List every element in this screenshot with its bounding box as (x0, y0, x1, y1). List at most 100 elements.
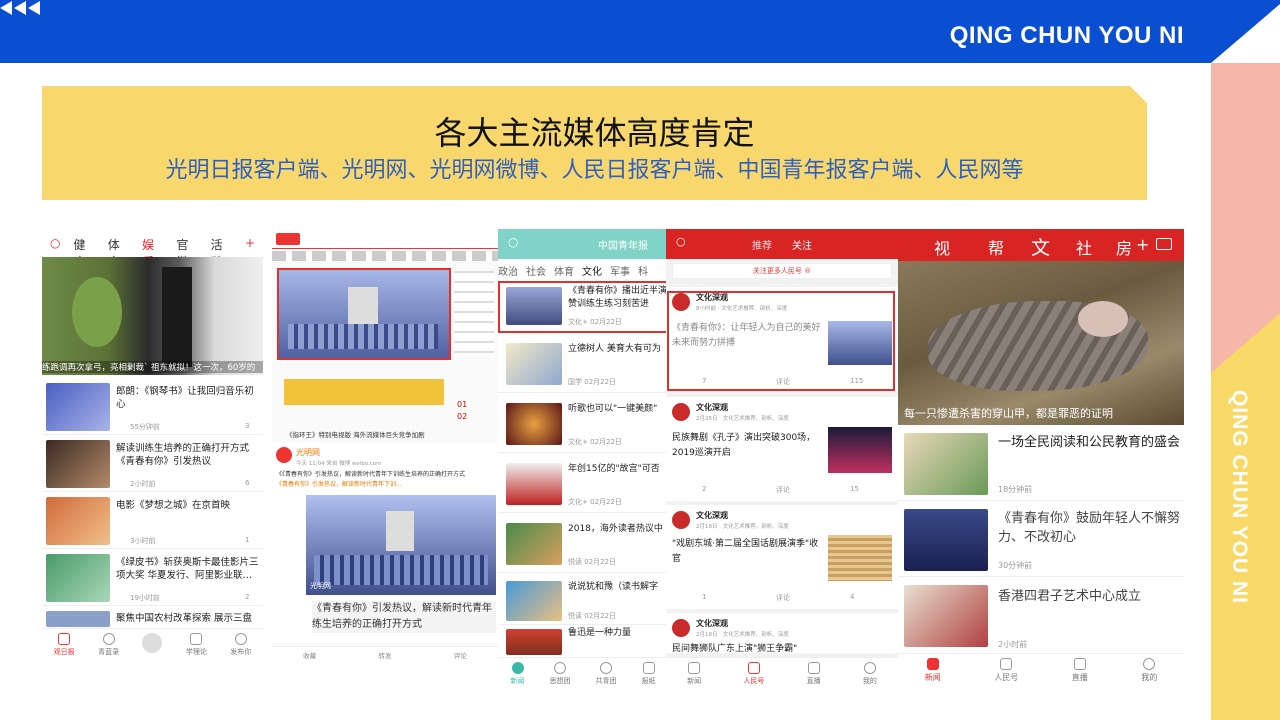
tab-video[interactable]: 视 (934, 235, 950, 259)
side-links (454, 271, 494, 356)
author-avatar[interactable] (672, 619, 690, 637)
nav-video[interactable]: 青蓝录 (98, 633, 119, 662)
nav-publish[interactable]: 发布你 (230, 633, 251, 662)
comment-button[interactable]: 评论 (454, 650, 467, 662)
list-item[interactable]: 《绿皮书》斩获奥斯卡最佳影片三项大奖 华夏发行、阿里影业联… 19小时前 2 (42, 551, 263, 606)
post-card[interactable]: 文化深观 2月18日 · 文化艺术推荐、剖析、深度 "戏剧东城·第二届全国话剧展… (666, 505, 898, 609)
weibo-card-title[interactable]: 《青春有你》引发热议，解读新时代青年练生培养的正确打开方式 (312, 601, 496, 633)
list-item[interactable]: 一场全民阅读和公民教育的盛会 18分钟前 (898, 429, 1184, 501)
tab-house[interactable]: 房 (1116, 235, 1132, 259)
highlight-box (277, 268, 451, 360)
author-avatar[interactable] (672, 511, 690, 529)
hero-image[interactable]: 每一只惨遭杀害的穿山甲，都是罪恶的证明 (898, 261, 1184, 425)
item-likes: 2 (245, 593, 250, 601)
item-time: 19小时前 (130, 594, 160, 602)
nav-home[interactable]: 观日报 (54, 633, 75, 662)
weibo-post: 光明网 今天 11:04 来自 微博 weibo.com 《《青春有你》引发热议… (272, 443, 498, 643)
list-item[interactable]: 说说犹和豫（读书解字 悦读 02月22日 (498, 575, 668, 625)
app-header: ○ 推荐 关注 (666, 229, 898, 259)
share-count[interactable]: 1 (702, 593, 706, 601)
nav-people[interactable]: 人民号 (743, 662, 764, 687)
author-avatar[interactable] (672, 403, 690, 421)
app-logo: 中国青年报 (598, 241, 648, 252)
post-meta: 2月18日 · 文化艺术推荐、剖析、深度 (696, 632, 789, 638)
post-card[interactable]: 文化深观 2月18日 · 文化艺术推荐、剖析、深度 民间舞狮队广东上演"狮王争霸… (666, 613, 898, 654)
item-title: 聚焦中国农村改革探索 展示三盘 (116, 613, 253, 624)
item-time: 55分钟前 (130, 423, 160, 431)
weibo-name[interactable]: 光明网 (296, 447, 320, 458)
follow-banner[interactable]: 关注更多人民号 ® (672, 263, 892, 279)
comment-link[interactable]: 评论 (776, 485, 790, 495)
nav-thinktank[interactable]: 思想团 (550, 662, 571, 687)
favorite-button[interactable]: 收藏 (303, 650, 316, 662)
tab-recommend[interactable]: 推荐 (752, 237, 772, 252)
tab-science[interactable]: 科 (638, 263, 648, 278)
hero-image[interactable]: 练跑调再次拿弓，亮相剿裁` 祖东就拟！这一次，60岁的 (42, 257, 263, 375)
app-header: ○ 中国青年报 (498, 229, 668, 259)
author-name[interactable]: 文化深观 (696, 618, 728, 629)
bottom-nav: 观日报 青蓝录 学理论 发布你 (42, 628, 263, 662)
list-item[interactable]: 郎朗：《钢琴书》让我回归音乐初心 55分钟前 3 (42, 380, 263, 435)
repost-button[interactable]: 转发 (378, 650, 391, 662)
list-item[interactable]: 鲁迅是一种力量 (498, 627, 668, 655)
list-item[interactable]: 《青春有你》鼓励年轻人不懈努力、不改初心 30分钟前 (898, 505, 1184, 577)
like-count[interactable]: 4 (850, 593, 854, 601)
nav-study[interactable]: 学理论 (186, 633, 207, 662)
share-count[interactable]: 2 (702, 485, 706, 493)
list-item[interactable]: 香港四君子艺术中心成立 2小时前 (898, 581, 1184, 653)
nav-news[interactable]: 新闻 (687, 662, 701, 687)
tab-bar: 政治 社会 体育 文化 军事 科 (498, 263, 668, 278)
author-name[interactable]: 文化深观 (696, 510, 728, 521)
nav-news[interactable]: 新闻 (511, 662, 525, 687)
tab-sports[interactable]: 体育 (554, 263, 574, 278)
news-headline[interactable]: 《指环王》特别电视版 海外流媒体巨头竞争加剧 (286, 429, 425, 439)
post-meta: 2月18日 · 文化艺术推荐、剖析、深度 (696, 524, 789, 530)
nav-paper[interactable]: 报纸 (642, 662, 656, 687)
tab-military[interactable]: 军事 (610, 263, 630, 278)
like-count[interactable]: 15 (850, 485, 859, 493)
tab-follow[interactable]: 关注 (792, 237, 812, 252)
author-name[interactable]: 文化深观 (696, 402, 728, 413)
nav-live[interactable]: 直播 (1072, 658, 1088, 687)
nav-live[interactable]: 直播 (807, 662, 821, 687)
weibo-link[interactable]: 《青春有你》引发热议，解读新时代青年下训... (276, 479, 402, 488)
nav-me[interactable]: 我的 (863, 662, 877, 687)
item-time: 18分钟前 (998, 485, 1033, 494)
tab-help[interactable]: 帮 (988, 235, 1004, 259)
tab-culture[interactable]: 文化 (582, 263, 602, 278)
list-item[interactable]: 聚焦中国农村改革探索 展示三盘 (42, 608, 263, 628)
tab-culture[interactable]: 文 (1031, 233, 1050, 260)
list-item[interactable]: 听歌也可以"一键美颜" 文化+ 02月22日 (498, 395, 668, 453)
item-time: 2小时前 (998, 640, 1028, 649)
post-meta: 2月25日 · 文化艺术推荐、剖析、深度 (696, 416, 789, 422)
tab-politics[interactable]: 政治 (498, 263, 518, 278)
tab-society[interactable]: 社 (1076, 235, 1092, 259)
post-card[interactable]: 文化深观 2月25日 · 文化艺术推荐、剖析、深度 民族舞剧《孔子》演出突破30… (666, 397, 898, 501)
card-source: 光明网 (310, 582, 331, 590)
nav-people[interactable]: 人民号 (994, 658, 1018, 687)
weibo-card-image[interactable]: 光明网 (306, 495, 496, 595)
comment-link[interactable]: 评论 (776, 593, 790, 603)
nav-news[interactable]: 新闻 (925, 658, 941, 687)
list-item[interactable]: 年创15亿的"故宫"可否 文化+ 02月22日 (498, 455, 668, 513)
screenshot-youth-daily: ○ 中国青年报 政治 社会 体育 文化 军事 科 《青春有你》播出近半演赞训练生… (498, 229, 668, 687)
list-item[interactable]: 立德树人 美育大有可为 国学 02月22日 (498, 335, 668, 393)
list-item[interactable]: 解读训练生培养的正确打开方式《青春有你》引发热议 2小时前 6 (42, 437, 263, 492)
search-icon[interactable]: ○ (508, 235, 518, 249)
section-list: 01 02 (457, 400, 468, 421)
list-item[interactable]: 2018，海外读者热议中 悦读 02月22日 (498, 515, 668, 573)
highlight-box (667, 291, 895, 391)
nav-league[interactable]: 共青团 (596, 662, 617, 687)
item-title: 解读训练生培养的正确打开方式《青春有你》引发热议 (116, 443, 250, 467)
weibo-avatar[interactable] (276, 447, 292, 463)
nav-avatar[interactable] (142, 633, 163, 662)
tab-society[interactable]: 社会 (526, 263, 546, 278)
brand-title: QING CHUN YOU NI (949, 22, 1184, 49)
nav-me[interactable]: 我的 (1141, 658, 1157, 687)
radio-icon[interactable] (1156, 238, 1172, 250)
item-title: 听歌也可以"一键美颜" (568, 404, 658, 414)
search-icon[interactable]: ○ (676, 235, 686, 248)
list-item[interactable]: 电影《梦想之城》在京首映 3小时前 1 (42, 494, 263, 549)
weibo-text: 《《青春有你》引发热议，解读新时代青年下训练生培养的正确打开方式 (276, 471, 466, 478)
add-tab-icon[interactable]: + (1136, 235, 1149, 254)
